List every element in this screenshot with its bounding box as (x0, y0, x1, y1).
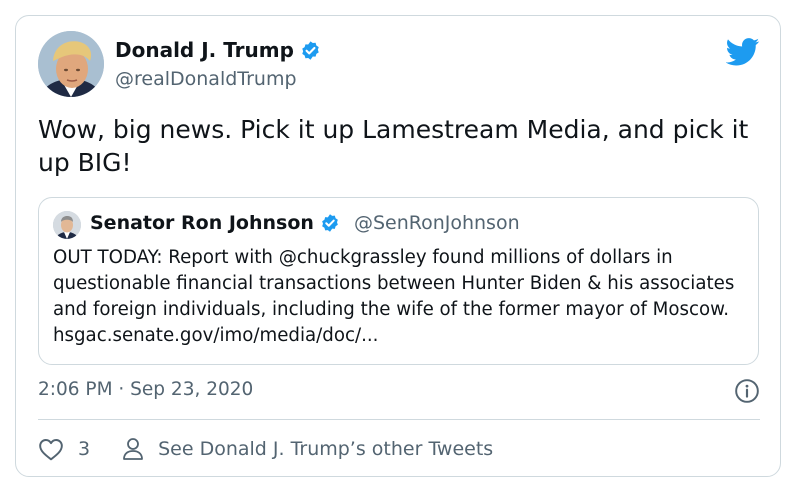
author-avatar[interactable] (38, 31, 104, 97)
quoted-author-avatar[interactable] (53, 211, 81, 239)
person-icon (123, 438, 143, 460)
twitter-bird-icon[interactable] (726, 38, 760, 66)
tweet-actions: 3 See Donald J. Trump’s other Tweets (38, 434, 493, 464)
heart-icon (39, 439, 63, 461)
tweet-text: Wow, big news. Pick it up Lamestream Med… (38, 115, 749, 177)
see-other-tweets-label: See Donald J. Trump’s other Tweets (158, 438, 494, 460)
like-count: 3 (78, 438, 91, 460)
quoted-tweet-text: OUT TODAY: Report with @chuckgrassley fo… (53, 247, 735, 346)
quoted-author-name-text: Senator Ron Johnson (90, 212, 314, 234)
author-name[interactable]: Donald J. Trump (115, 38, 321, 62)
see-other-tweets-link[interactable]: See Donald J. Trump’s other Tweets (122, 437, 493, 461)
quoted-tweet[interactable]: Senator Ron Johnson @SenRonJohnson OUT T… (38, 197, 759, 365)
author-name-text: Donald J. Trump (115, 38, 294, 62)
quoted-author-name[interactable]: Senator Ron Johnson @SenRonJohnson (90, 212, 520, 234)
tweet-card: Donald J. Trump @realDonaldTrump Wow, bi… (15, 15, 781, 477)
like-button[interactable]: 3 (38, 437, 90, 461)
author-handle[interactable]: @realDonaldTrump (115, 68, 297, 90)
quoted-author-handle: @SenRonJohnson (353, 212, 520, 234)
verified-badge-icon (302, 40, 319, 60)
tweet-timestamp[interactable]: 2:06 PM · Sep 23, 2020 (38, 379, 253, 400)
verified-badge-icon (322, 214, 338, 232)
info-icon[interactable] (734, 378, 760, 404)
divider (38, 419, 760, 420)
